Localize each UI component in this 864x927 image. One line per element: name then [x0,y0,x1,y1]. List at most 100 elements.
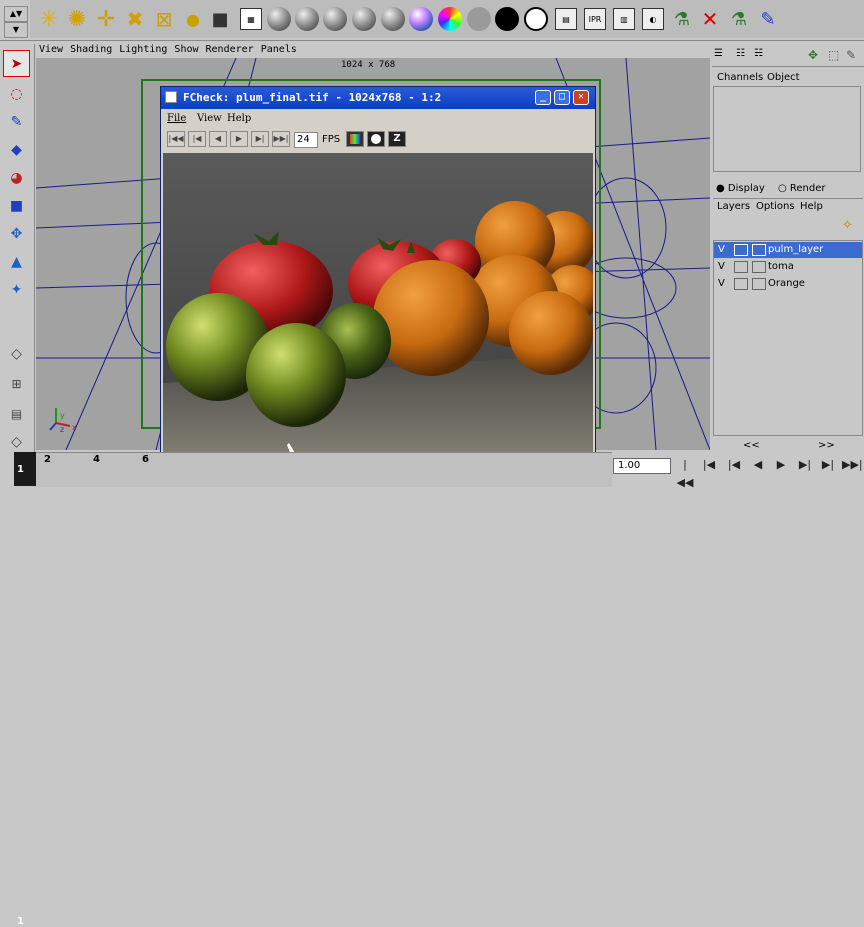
fcheck-window[interactable]: FCheck: plum_final.tif - 1024x768 - 1:2 … [160,86,596,476]
time-slider[interactable]: 1 2 4 6 [0,452,612,927]
disable-render-icon[interactable]: ✕ [697,4,723,34]
volume-light-icon[interactable]: ● [180,4,206,34]
object-menu[interactable]: Object [767,72,800,83]
alpha-channel-icon[interactable] [367,131,385,147]
layer-color-box[interactable] [752,261,766,273]
scroll-right-button[interactable]: >> [818,440,835,451]
rgb-channel-icon[interactable] [346,131,364,147]
paint-effects-icon[interactable]: ✎ [755,4,781,34]
move-tool-icon[interactable]: ◆ [3,136,30,163]
soft-modification-icon[interactable]: ▲ [3,248,30,275]
channel-box-layers-icon[interactable]: ☵ [754,48,768,62]
render-globals-icon[interactable]: ⚗ [726,4,752,34]
ipr-render-icon[interactable]: IPR [582,4,608,34]
render-radio[interactable]: ○ Render [778,183,826,194]
layer-visibility[interactable]: V [718,259,730,275]
layout-persp-icon[interactable]: ◇ [3,428,30,455]
layer-visibility[interactable]: V [718,242,730,258]
shader-sphere-gray-3-icon[interactable] [322,4,348,34]
hypershade-icon[interactable]: ▦ [238,4,264,34]
go-to-end-icon[interactable]: ▶▶| [272,131,290,147]
layout-four-icon[interactable]: ⊞ [3,370,30,397]
go-to-start-icon[interactable]: |◀◀ [167,131,185,147]
channels-menu[interactable]: Channels [717,72,763,83]
rotate-tool-icon[interactable]: ◕ [3,164,30,191]
lasso-tool-icon[interactable]: ◌ [3,80,30,107]
move-icon[interactable]: ✥ [808,48,822,62]
step-back-icon[interactable]: ◀ [209,131,227,147]
shelf-tab-arrow[interactable]: ▲▼ [4,6,28,22]
menu-panels[interactable]: Panels [261,44,297,55]
layer-row-orange[interactable]: V Orange [714,276,862,292]
layer-color-box[interactable] [752,244,766,256]
options-menu[interactable]: Options [756,201,795,212]
layer-row-toma[interactable]: V toma [714,259,862,275]
scale-tool-icon[interactable]: ■ [3,192,30,219]
show-manipulator-icon[interactable]: ✦ [3,276,30,303]
render-view-icon[interactable]: ◐ [640,4,666,34]
batch-render-icon[interactable]: ⚗ [669,4,695,34]
new-layer-icon[interactable]: ✧ [842,218,860,236]
area-light-icon[interactable]: ⊠ [151,4,177,34]
menu-show[interactable]: Show [174,44,198,55]
paint-select-tool-icon[interactable]: ✎ [3,108,30,135]
layer-row-pulm[interactable]: V pulm_layer [714,242,862,258]
minimize-button[interactable]: _ [535,90,551,105]
fps-input[interactable]: 24 [294,132,318,148]
fcheck-menu-file[interactable]: File [167,111,186,127]
shader-sphere-rainbow-icon[interactable] [408,4,434,34]
step-forward-icon[interactable]: ▶| [251,131,269,147]
step-back-key-icon[interactable]: |◀ [188,131,206,147]
layer-color-box[interactable] [752,278,766,290]
spot-light-icon[interactable]: ✖ [122,4,148,34]
layers-menu[interactable]: Layers [717,201,750,212]
fcheck-title-bar[interactable]: FCheck: plum_final.tif - 1024x768 - 1:2 … [161,87,595,109]
universal-manipulator-icon[interactable]: ✥ [3,220,30,247]
fcheck-menu-view[interactable]: View [197,111,222,127]
layer-template-box[interactable] [734,261,748,273]
menu-shading[interactable]: Shading [70,44,112,55]
shader-sphere-gray-5-icon[interactable] [380,4,406,34]
sun-light-icon[interactable]: ✳ [36,4,62,34]
step-back-frame-icon[interactable]: |◀ [699,456,719,474]
maximize-button[interactable]: □ [554,90,570,105]
point-light-icon[interactable]: ✛ [93,4,119,34]
play-backwards-icon[interactable]: ◀ [748,456,768,474]
step-forward-key-icon[interactable]: ▶| [795,456,815,474]
fcheck-menu-help[interactable]: Help [227,111,251,127]
shader-sphere-black-icon[interactable] [494,4,520,34]
menu-lighting[interactable]: Lighting [119,44,167,55]
camera-icon[interactable]: ■ [207,4,233,34]
shelf-menu-icon[interactable]: ▼ [4,22,28,38]
menu-renderer[interactable]: Renderer [206,44,254,55]
step-back-key-button-icon[interactable]: |◀ [724,456,744,474]
shader-sphere-gray-1-icon[interactable] [266,4,292,34]
play-forwards-icon[interactable]: ▶ [771,456,791,474]
display-radio[interactable]: ● Display [716,183,765,194]
scale-manip-icon[interactable]: ⬚ [828,48,842,62]
scroll-left-button[interactable]: << [743,440,760,451]
help-menu[interactable]: Help [800,201,823,212]
tool-settings-icon[interactable]: ✎ [846,48,860,62]
layout-single-icon[interactable]: ◇ [3,340,30,367]
step-forward-frame-icon[interactable]: ▶| [818,456,838,474]
shader-sphere-gray-2-icon[interactable] [294,4,320,34]
render-icon[interactable]: ▤ [553,4,579,34]
layer-template-box[interactable] [734,278,748,290]
shader-sphere-gray-4-icon[interactable] [351,4,377,34]
z-depth-button[interactable]: Z [388,131,406,147]
layer-template-box[interactable] [734,244,748,256]
channel-box-toggle-icon[interactable]: ☰ [714,48,728,62]
layer-visibility[interactable]: V [718,276,730,292]
current-frame-field[interactable]: 1.00 [613,458,671,474]
go-to-end-button-icon[interactable]: ▶▶| [842,456,863,474]
shader-sphere-white-icon[interactable] [523,4,549,34]
ambient-light-icon[interactable]: ✺ [64,4,90,34]
play-icon[interactable]: ▶ [230,131,248,147]
layout-outliner-icon[interactable]: ▤ [3,400,30,427]
render-settings-icon[interactable]: ▥ [611,4,637,34]
shader-sphere-color-icon[interactable] [437,4,463,34]
shader-sphere-flat-icon[interactable] [466,4,492,34]
go-to-start-button-icon[interactable]: |◀◀ [675,456,695,489]
channel-box-attr-icon[interactable]: ☷ [736,48,750,62]
